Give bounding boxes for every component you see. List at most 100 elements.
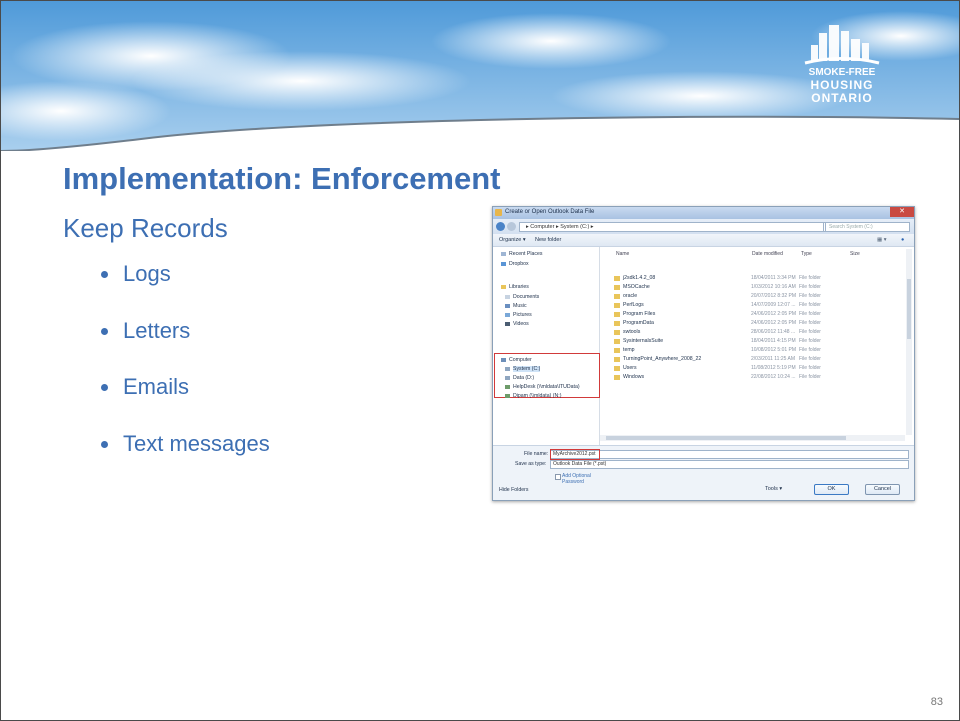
file-type: File folder (799, 329, 821, 335)
file-name: Windows (623, 374, 645, 380)
file-date: 24/06/2012 2:05 PM (751, 311, 797, 317)
file-name: Users (623, 365, 637, 371)
help-icon[interactable]: ● (901, 237, 904, 243)
file-type: File folder (799, 284, 821, 290)
file-date: 22/08/2012 10:24 ... (751, 374, 796, 380)
slide: SMOKE-FREE HOUSING ONTARIO Implementatio… (0, 0, 960, 721)
file-type: File folder (799, 302, 821, 308)
outlook-data-file-dialog: Create or Open Outlook Data File ✕ ▸ Com… (492, 206, 915, 501)
file-row[interactable]: swtools 28/06/2012 11:48 ... File folder (614, 328, 904, 337)
file-row[interactable]: j2sdk1.4.2_08 18/04/2011 3:34 PM File fold… (614, 274, 904, 283)
add-password-label[interactable]: Add Optional Password (562, 473, 592, 485)
folder-icon (614, 276, 620, 281)
tree-item-videos[interactable]: Videos (513, 321, 529, 327)
file-date: 28/06/2012 11:48 ... (751, 329, 796, 335)
file-date: 1/03/2012 10:16 AM (751, 284, 796, 290)
tree-item-pictures[interactable]: Pictures (513, 312, 532, 318)
libraries-icon (501, 285, 506, 289)
file-date: 24/06/2012 2:05 PM (751, 320, 797, 326)
file-type: File folder (799, 374, 821, 380)
tree-item-libraries[interactable]: Libraries (509, 284, 529, 290)
folder-icon (614, 303, 620, 308)
tree-item-system-c[interactable]: System (C:) (513, 366, 541, 372)
file-type: File folder (799, 275, 821, 281)
logo-line-2: HOUSING (810, 78, 874, 92)
file-name-highlight-box (550, 449, 600, 460)
bullet-dot-icon (101, 327, 108, 335)
bullet-text: Logs (123, 261, 171, 286)
tools-menu[interactable]: Tools ▾ (765, 486, 782, 492)
bullet-text: Emails (123, 374, 190, 399)
logo-line-3: ONTARIO (811, 91, 873, 105)
cancel-button[interactable]: Cancel (865, 484, 900, 495)
file-name-label: File name: (524, 451, 549, 457)
horizontal-scrollbar[interactable] (600, 435, 905, 441)
view-options-icon[interactable]: ▦ ▾ (877, 237, 887, 243)
column-size[interactable]: Size (850, 251, 860, 257)
dropbox-icon (501, 262, 506, 266)
scrollbar-thumb[interactable] (907, 279, 911, 339)
file-date: 18/04/2011 3:34 PM (751, 275, 796, 281)
network-drive-icon (505, 394, 510, 398)
address-path[interactable]: ▸ Computer ▸ System (C:) ▸ (519, 222, 827, 232)
bullet-item: Text messages (101, 431, 270, 459)
file-row[interactable]: PerfLogs 14/07/2009 12:07 ... File folder (614, 301, 904, 310)
outlook-icon (495, 209, 502, 216)
drive-icon (505, 376, 510, 380)
organize-menu[interactable]: Organize ▾ (499, 237, 526, 243)
tree-item-data-d[interactable]: Data (D:) (513, 375, 534, 381)
file-date: 20/07/2012 8:32 PM (751, 293, 797, 299)
close-button[interactable]: ✕ (890, 207, 914, 217)
tree-item-dropbox[interactable]: Dropbox (509, 261, 529, 267)
folder-icon (614, 321, 620, 326)
videos-icon (505, 322, 510, 326)
tree-item-dipam[interactable]: Dipam (\\mldata) (N:) (513, 393, 561, 399)
tree-item-computer[interactable]: Computer (509, 357, 532, 363)
file-date: 11/08/2012 5:19 PM (751, 365, 796, 371)
file-name: MSOCache (623, 284, 650, 290)
column-type[interactable]: Type (801, 251, 812, 257)
column-name[interactable]: Name (616, 251, 629, 257)
folder-icon (614, 312, 620, 317)
file-row[interactable]: ProgramData 24/06/2012 2:05 PM File folder (614, 319, 904, 328)
dialog-title: Create or Open Outlook Data File (505, 209, 595, 215)
slide-title: Implementation: Enforcement (63, 161, 501, 196)
ok-button[interactable]: OK (814, 484, 849, 495)
file-list-header: Name Date modified Type Size (606, 249, 906, 259)
add-password-checkbox[interactable] (555, 474, 561, 480)
tree-item-helpdesk[interactable]: HelpDesk (\\mldata\ITUData) (513, 384, 580, 390)
column-date-modified[interactable]: Date modified (752, 251, 783, 257)
tree-item-recent-places[interactable]: Recent Places (509, 251, 542, 257)
hide-folders-toggle[interactable]: Hide Folders (499, 487, 528, 493)
file-name-input[interactable]: MyArchive2012.pst (550, 450, 909, 459)
back-icon[interactable] (496, 222, 505, 231)
bullet-text: Letters (123, 317, 191, 343)
file-row[interactable]: TurningPoint_Anywhere_2008_22 2/03/2011 1… (614, 355, 904, 364)
scrollbar-thumb[interactable] (606, 436, 846, 440)
dialog-titlebar: Create or Open Outlook Data File ✕ (493, 207, 914, 219)
file-type: File folder (799, 311, 821, 317)
bullet-dot-icon (101, 440, 108, 448)
tree-item-music[interactable]: Music (513, 303, 527, 309)
file-row[interactable]: temp 10/08/2012 5:01 PM File folder (614, 346, 904, 355)
search-input[interactable]: Search System (C:) (825, 222, 910, 232)
save-as-type-select[interactable]: Outlook Data File (*.pst) (550, 460, 909, 469)
tree-item-documents[interactable]: Documents (513, 294, 539, 300)
bullet-text: Text messages (123, 430, 270, 456)
file-row[interactable]: MSOCache 1/03/2012 10:16 AM File folder (614, 283, 904, 292)
folder-icon (614, 339, 620, 344)
file-row[interactable]: SysinternalsSuite 18/04/2011 4:15 PM File … (614, 337, 904, 346)
dialog-footer: File name: MyArchive2012.pst Save as typ… (493, 445, 914, 500)
file-name: PerfLogs (623, 302, 644, 308)
file-row[interactable]: oracle 20/07/2012 8:32 PM File folder (614, 292, 904, 301)
file-row[interactable]: Windows 22/08/2012 10:24 ... File folder (614, 373, 904, 382)
file-row[interactable]: Program Files 24/06/2012 2:05 PM File fold… (614, 310, 904, 319)
new-folder-button[interactable]: New folder (535, 237, 561, 243)
dialog-toolbar: Organize ▾ New folder ▦ ▾ ● (493, 234, 914, 247)
file-type: File folder (799, 320, 821, 326)
file-row[interactable]: Users 11/08/2012 5:19 PM File folder (614, 364, 904, 373)
vertical-scrollbar[interactable] (906, 249, 912, 435)
forward-icon[interactable] (507, 222, 516, 231)
file-name: ProgramData (623, 320, 654, 326)
bullet-item: Logs (101, 261, 270, 289)
